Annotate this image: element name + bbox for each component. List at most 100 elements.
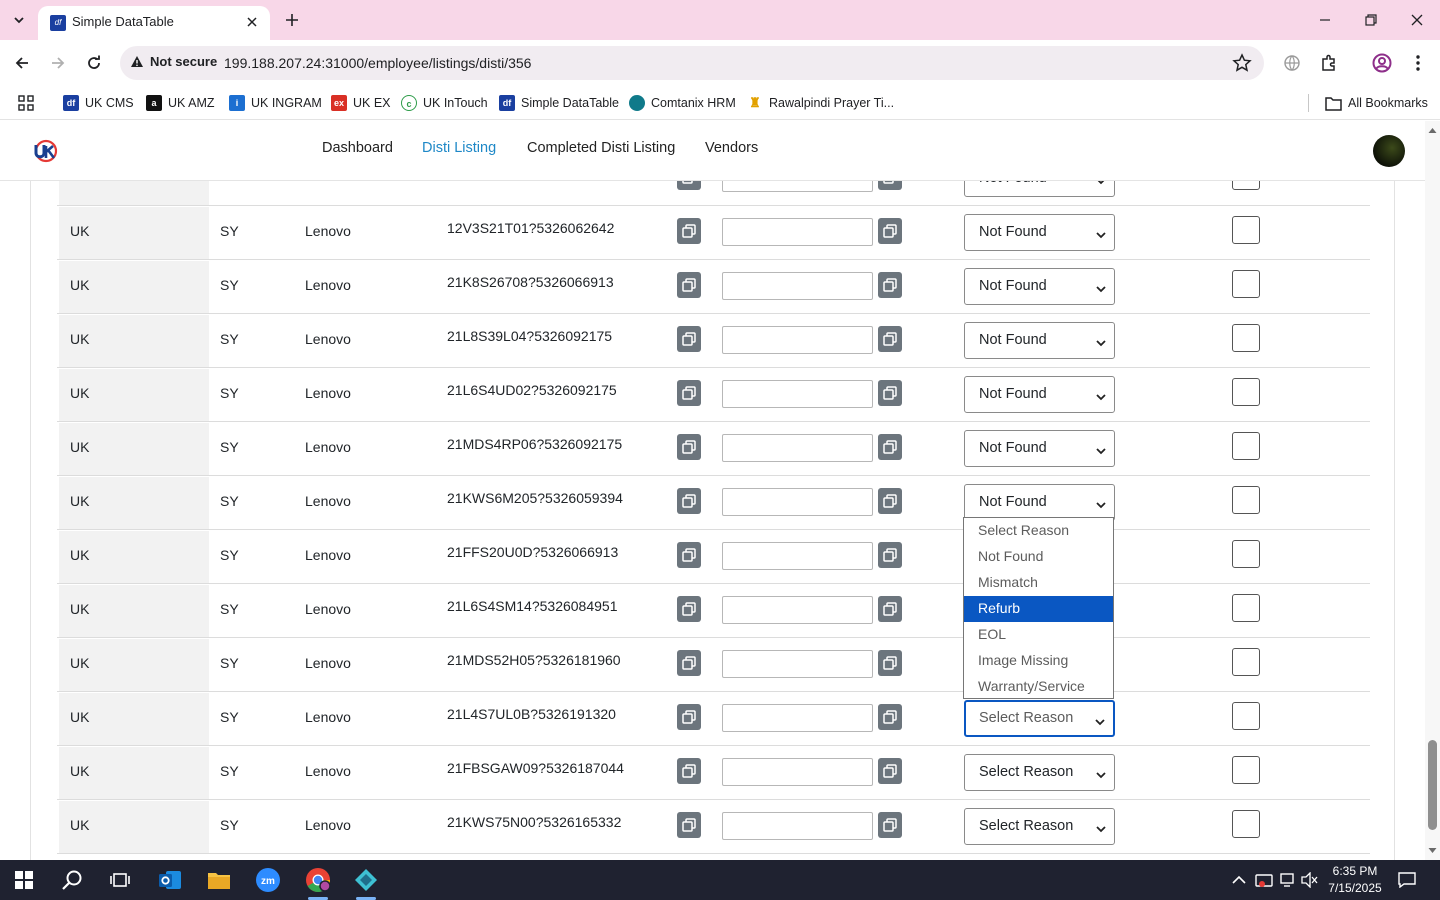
row-checkbox[interactable] [1232,594,1260,622]
row-checkbox[interactable] [1232,324,1260,352]
note-input[interactable] [722,704,873,732]
copy-part-button[interactable] [677,488,701,514]
copy-note-button[interactable] [878,812,902,838]
zoom-app[interactable]: zm [248,864,288,896]
bookmark-uk-ingram[interactable]: i UK INGRAM [229,93,322,113]
search-button[interactable] [52,864,92,896]
system-clock[interactable]: 6:35 PM 7/15/2025 [1320,863,1390,897]
reason-select[interactable]: Select Reason [964,808,1115,845]
tab-close-button[interactable] [242,12,262,32]
chrome-app[interactable] [298,864,338,900]
notifications-button[interactable] [1397,870,1417,890]
copy-part-button[interactable] [677,650,701,676]
row-checkbox[interactable] [1232,216,1260,244]
site-info-button[interactable]: Not secure [130,54,217,69]
reason-select[interactable]: Not Found [964,430,1115,467]
start-button[interactable] [4,864,44,896]
all-bookmarks-button[interactable]: All Bookmarks [1325,93,1428,113]
copy-part-button[interactable] [677,542,701,568]
copy-part-button[interactable] [677,704,701,730]
reason-option[interactable]: Mismatch [964,570,1113,596]
note-input[interactable] [722,650,873,678]
copy-note-button[interactable] [878,380,902,406]
reason-select[interactable]: Not Found [964,214,1115,251]
reason-select[interactable]: Not Found [964,268,1115,305]
copy-note-button[interactable] [878,704,902,730]
copy-note-button[interactable] [878,488,902,514]
copy-note-button[interactable] [878,218,902,244]
copy-part-button[interactable] [677,218,701,244]
address-bar[interactable]: Not secure 199.188.207.24:31000/employee… [120,46,1264,80]
uk-logo-icon[interactable] [33,138,59,164]
copy-note-button[interactable] [878,434,902,460]
bookmark-uk-amz[interactable]: a UK AMZ [146,93,215,113]
vscode-app[interactable] [346,864,386,900]
reason-select[interactable]: Select Reason [964,700,1115,737]
reason-option[interactable]: Image Missing [964,648,1113,674]
copy-note-button[interactable] [878,326,902,352]
avatar[interactable] [1373,135,1405,167]
note-input[interactable] [722,596,873,624]
restore-button[interactable] [1348,0,1394,40]
page-scrollbar[interactable] [1425,121,1440,860]
note-input[interactable] [722,326,873,354]
scrollbar-thumb[interactable] [1428,740,1437,830]
copy-part-button[interactable] [677,272,701,298]
extensions-button[interactable] [1317,51,1341,75]
apps-button[interactable] [18,93,34,113]
bookmark-simple-datatable[interactable]: df Simple DataTable [499,93,619,113]
row-checkbox[interactable] [1232,540,1260,568]
network-tray[interactable] [1278,870,1298,890]
scroll-down-icon[interactable] [1428,847,1437,855]
row-checkbox[interactable] [1232,378,1260,406]
new-tab-button[interactable] [280,8,304,32]
copy-note-button[interactable] [878,650,902,676]
tab-search-button[interactable] [6,8,32,32]
copy-part-button[interactable] [677,758,701,784]
bookmark-uk-cms[interactable]: df UK CMS [63,93,134,113]
note-input[interactable] [722,218,873,246]
reload-button[interactable] [80,49,108,77]
copy-note-button[interactable] [878,596,902,622]
note-input[interactable] [722,758,873,786]
nav-completed-disti-listing[interactable]: Completed Disti Listing [527,140,675,156]
row-checkbox[interactable] [1232,432,1260,460]
bookmark-uk-intouch[interactable]: c UK InTouch [401,93,488,113]
meet-now-tray[interactable] [1254,870,1274,890]
bookmark-rawalpindi-prayer[interactable]: ♜ Rawalpindi Prayer Ti... [747,93,894,113]
close-window-button[interactable] [1394,0,1440,40]
reason-select[interactable]: Select Reason [964,754,1115,791]
minimize-button[interactable] [1302,0,1348,40]
back-button[interactable] [8,49,36,77]
row-checkbox[interactable] [1232,810,1260,838]
nav-dashboard[interactable]: Dashboard [322,140,393,156]
copy-part-button[interactable] [677,596,701,622]
copy-part-button[interactable] [677,434,701,460]
note-input[interactable] [722,488,873,516]
translate-button[interactable] [1280,51,1304,75]
copy-part-button[interactable] [677,812,701,838]
reason-option[interactable]: Select Reason [964,518,1113,544]
row-checkbox[interactable] [1232,270,1260,298]
reason-option[interactable]: EOL [964,622,1113,648]
row-checkbox[interactable] [1232,756,1260,784]
note-input[interactable] [722,434,873,462]
copy-part-button[interactable] [677,326,701,352]
copy-note-button[interactable] [878,272,902,298]
reason-dropdown-list[interactable]: Select Reason Not Found Mismatch Refurb EOL I… [963,517,1114,699]
scroll-up-icon[interactable] [1428,126,1437,134]
profile-button[interactable] [1370,51,1394,75]
file-explorer-app[interactable] [199,864,239,896]
reason-select[interactable]: Not Found [964,376,1115,413]
copy-note-button[interactable] [878,758,902,784]
browser-tab[interactable]: df Simple DataTable [38,6,270,40]
note-input[interactable] [722,812,873,840]
reason-option[interactable]: Warranty/Service [964,674,1113,700]
bookmark-star-button[interactable] [1232,53,1252,73]
bookmark-comtanix-hrm[interactable]: Comtanix HRM [629,93,736,113]
row-checkbox[interactable] [1232,648,1260,676]
reason-select[interactable]: Not Found [964,322,1115,359]
copy-part-button[interactable] [677,380,701,406]
reason-option[interactable]: Not Found [964,544,1113,570]
note-input[interactable] [722,272,873,300]
